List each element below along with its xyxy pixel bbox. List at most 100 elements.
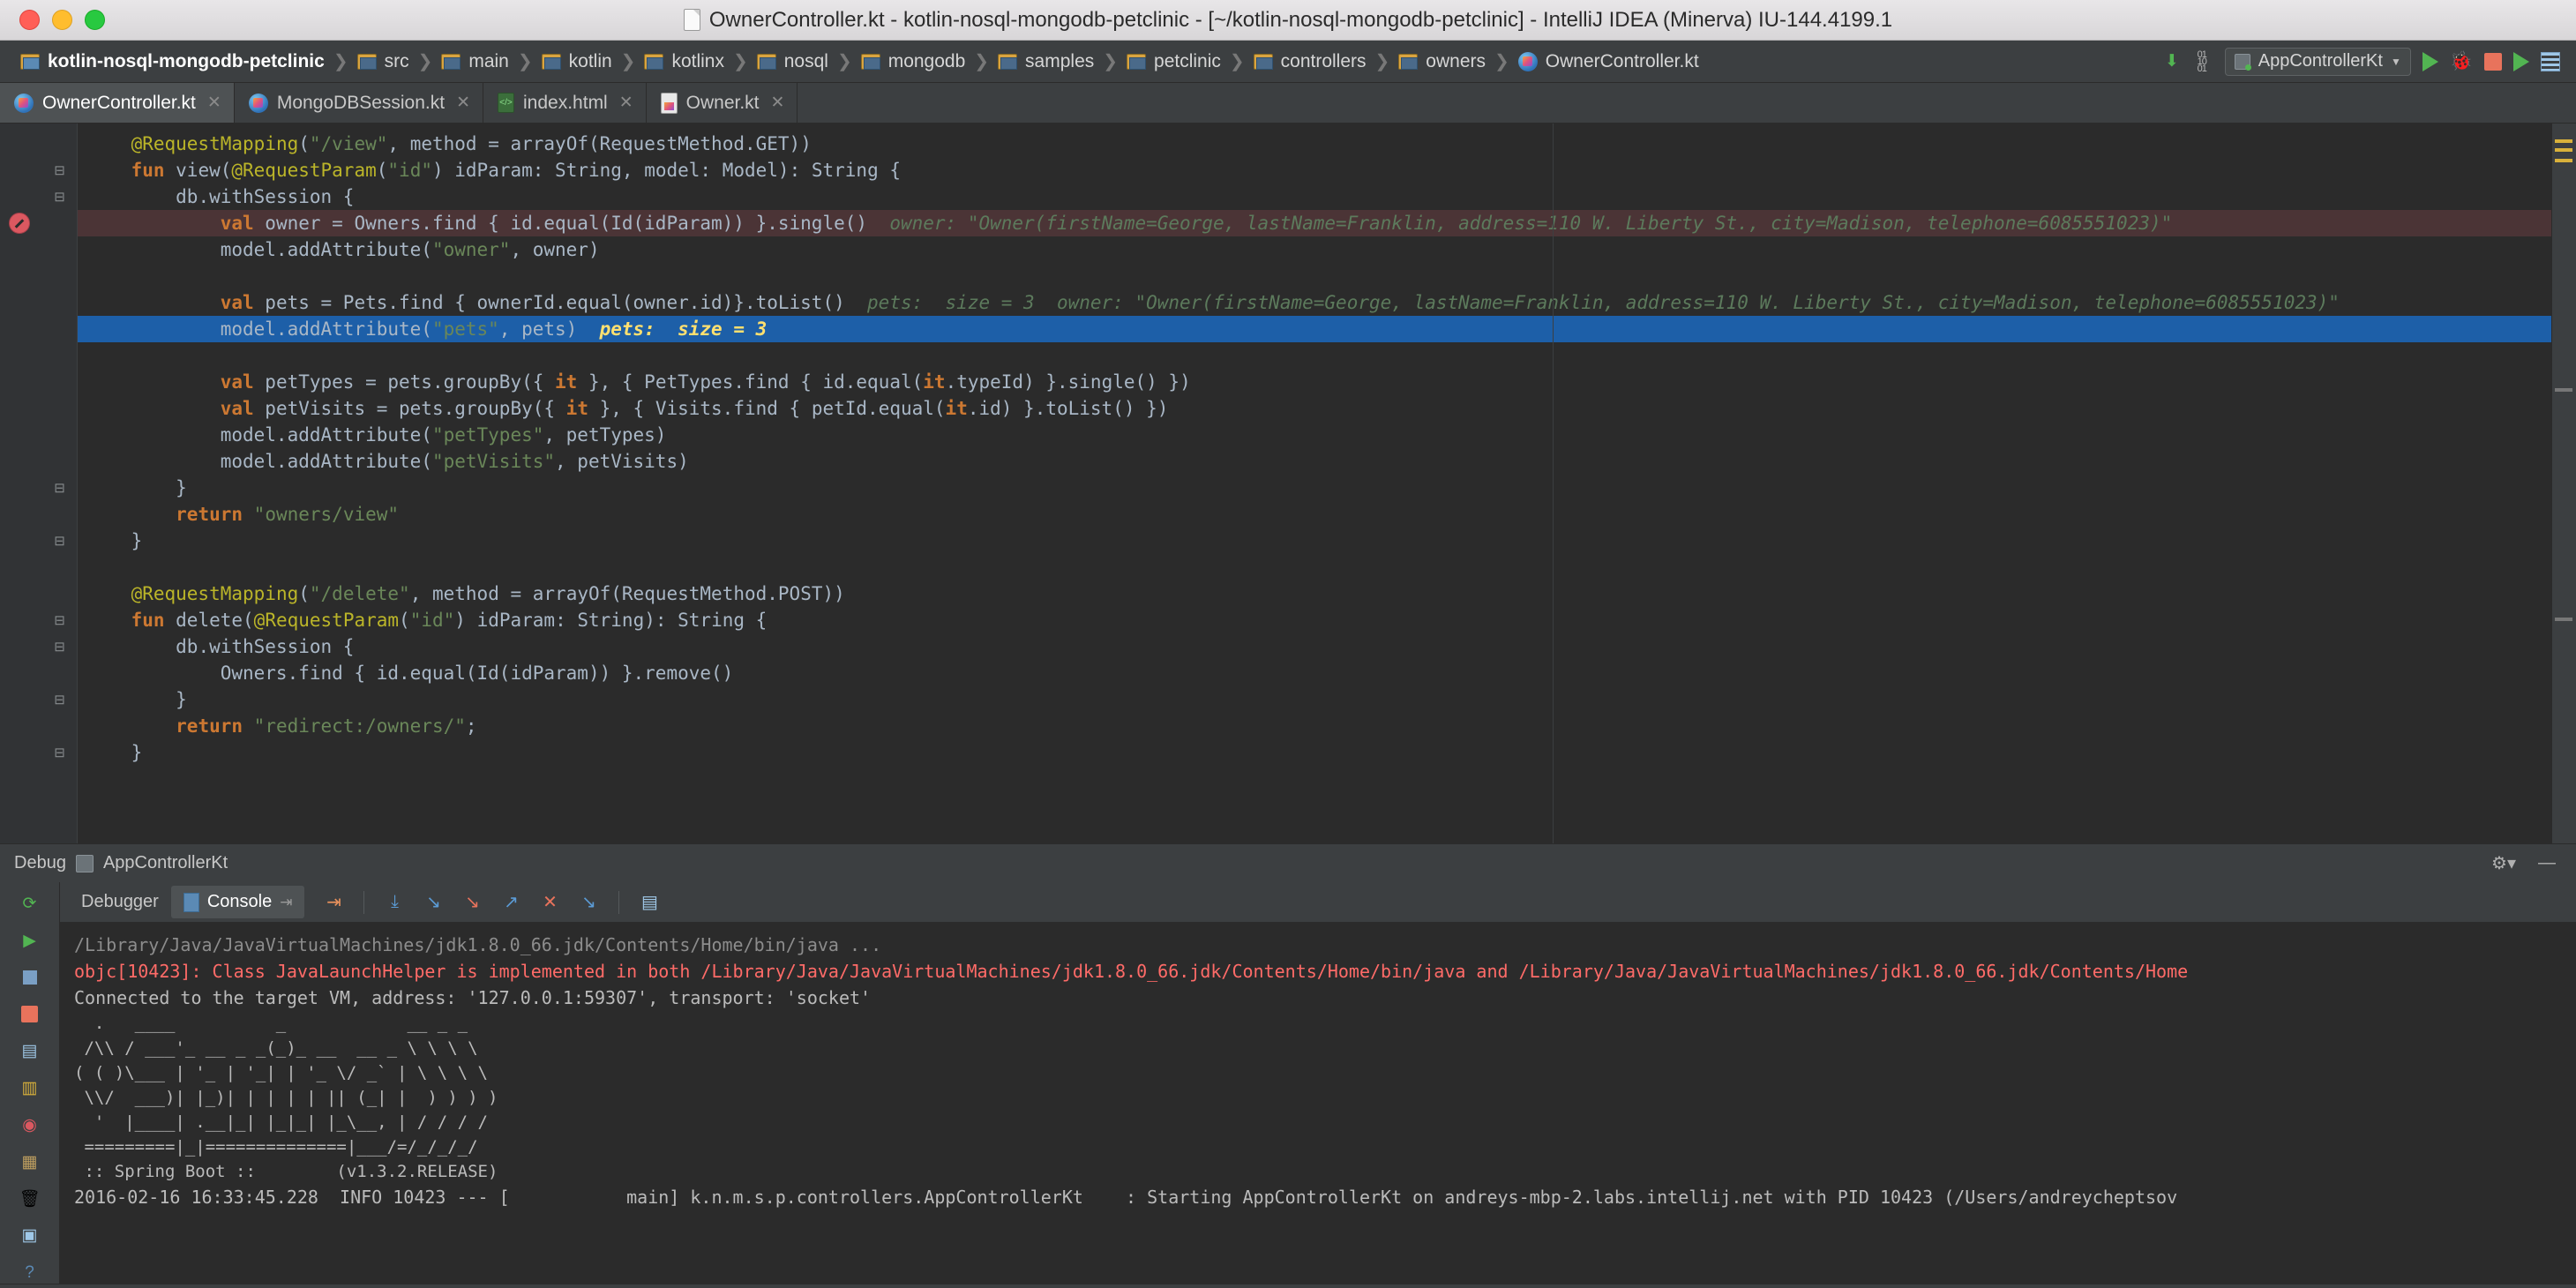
code-token: model.addAttribute( (220, 424, 432, 446)
change-marker[interactable] (2555, 618, 2572, 621)
gear-icon[interactable]: ⚙▾ (2485, 852, 2522, 874)
breadcrumb-item-ownercontroller-kt[interactable]: OwnerController.kt (1512, 49, 1705, 75)
tab-debugger[interactable]: Debugger (69, 886, 171, 918)
drop-frame-icon[interactable]: ✕ (536, 889, 563, 916)
code-fold-toggle[interactable]: ⊟ (53, 481, 66, 496)
restore-layout-icon[interactable]: ▣ (15, 1224, 45, 1247)
code-line[interactable]: val petTypes = pets.groupBy({ it }, { Pe… (78, 369, 2576, 395)
code-line[interactable]: return "owners/view" (78, 501, 2576, 528)
resume-program-icon[interactable]: ▶ (15, 930, 45, 952)
code-line[interactable]: @RequestMapping("/delete", method = arra… (78, 580, 2576, 607)
code-line[interactable]: val owner = Owners.find { id.equal(Id(id… (78, 210, 2576, 236)
close-icon[interactable]: ✕ (456, 93, 470, 113)
code-fold-toggle[interactable]: ⊟ (53, 190, 66, 205)
code-line[interactable] (78, 342, 2576, 369)
code-line[interactable]: fun delete(@RequestParam("id") idParam: … (78, 607, 2576, 633)
force-step-into-icon[interactable]: ↘ (459, 889, 485, 916)
editor-tab-mongodbsession-kt[interactable]: MongoDBSession.kt ✕ (235, 83, 484, 123)
rerun-icon[interactable]: ⟳ (15, 893, 45, 915)
warning-marker[interactable] (2555, 148, 2572, 152)
editor-gutter[interactable]: ⊟ ⊟ ⊟ ⊟ ⊟ ⊟ ⊟ ⊟ (0, 124, 78, 843)
code-line[interactable]: db.withSession { (78, 633, 2576, 660)
code-fold-toggle[interactable]: ⊟ (53, 613, 66, 628)
close-icon[interactable]: 🗑 (15, 1188, 45, 1210)
code-line[interactable]: fun view(@RequestParam("id") idParam: St… (78, 157, 2576, 183)
code-line[interactable]: val petVisits = pets.groupBy({ it }, { V… (78, 395, 2576, 422)
code-token: return (176, 715, 254, 737)
breadcrumb-item-kotlinx[interactable]: kotlinx (638, 49, 730, 75)
code-line[interactable]: model.addAttribute("pets", pets) pets: s… (78, 316, 2576, 342)
close-icon[interactable]: ✕ (619, 93, 633, 113)
code-fold-toggle[interactable]: ⊟ (53, 163, 66, 178)
breakpoint-marker[interactable] (9, 213, 30, 234)
marker-scrollbar[interactable] (2551, 124, 2576, 843)
step-over-icon[interactable]: ⤓ (381, 889, 408, 916)
warning-marker[interactable] (2555, 159, 2572, 162)
code-line[interactable]: model.addAttribute("owner", owner) (78, 236, 2576, 263)
update-project-icon[interactable]: ⬇ (2165, 51, 2179, 71)
code-line[interactable]: } (78, 528, 2576, 554)
breadcrumb-item-kotlin-nosql-mongodb-petclinic[interactable]: kotlin-nosql-mongodb-petclinic (14, 49, 331, 75)
hide-icon[interactable]: — (2532, 853, 2562, 873)
breadcrumb-item-nosql[interactable]: nosql (751, 49, 835, 75)
breadcrumb-item-controllers[interactable]: controllers (1247, 49, 1373, 75)
pin-icon[interactable]: ▦ (15, 1151, 45, 1173)
inline-debugger-hint[interactable]: owner: "Owner(firstName=George, lastName… (867, 213, 2172, 234)
detach-icon[interactable]: ⇥ (280, 894, 292, 911)
code-fold-toggle[interactable]: ⊟ (53, 693, 66, 708)
run-configuration-selector[interactable]: AppControllerKt ▼ (2224, 47, 2411, 76)
breadcrumb-item-petclinic[interactable]: petclinic (1120, 49, 1227, 75)
coverage-button[interactable] (2541, 51, 2560, 71)
tab-console[interactable]: Console ⇥ (170, 886, 305, 918)
breadcrumb-item-owners[interactable]: owners (1392, 49, 1492, 75)
code-line[interactable]: model.addAttribute("petTypes", petTypes) (78, 422, 2576, 448)
show-execution-point-icon[interactable]: ⇥ (320, 889, 347, 916)
stop-button[interactable] (2484, 52, 2502, 71)
close-icon[interactable]: ✕ (207, 93, 221, 113)
rerun-button[interactable] (2513, 51, 2529, 71)
code-line[interactable]: } (78, 739, 2576, 766)
editor-tab-index-html[interactable]: </> index.html ✕ (483, 83, 647, 123)
view-breakpoints-icon[interactable]: ▤ (15, 1040, 45, 1062)
breadcrumb-item-samples[interactable]: samples (992, 49, 1100, 75)
pause-program-icon[interactable] (15, 967, 45, 989)
binary-icon[interactable]: 01 10 01 (2190, 49, 2213, 73)
code-fold-toggle[interactable]: ⊟ (53, 745, 66, 760)
code-line[interactable] (78, 263, 2576, 289)
console-output[interactable]: /Library/Java/JavaVirtualMachines/jdk1.8… (60, 923, 2576, 1284)
editor-tab-owner-kt[interactable]: Owner.kt ✕ (647, 83, 798, 123)
step-into-icon[interactable]: ↘ (420, 889, 446, 916)
code-line[interactable]: } (78, 475, 2576, 501)
run-button[interactable] (2422, 51, 2438, 71)
editor-tab-ownercontroller-kt[interactable]: OwnerController.kt ✕ (0, 83, 235, 123)
code-line[interactable]: return "redirect:/owners/"; (78, 713, 2576, 739)
close-icon[interactable]: ✕ (771, 93, 785, 113)
code-line[interactable] (78, 554, 2576, 580)
code-token: .typeId) }.single() }) (945, 371, 1191, 393)
warning-marker[interactable] (2555, 139, 2572, 143)
breadcrumb-item-kotlin[interactable]: kotlin (535, 49, 618, 75)
breadcrumb-item-src[interactable]: src (351, 49, 416, 75)
step-out-icon[interactable]: ↗ (498, 889, 524, 916)
evaluate-expression-icon[interactable]: ▤ (636, 889, 663, 916)
code-fold-toggle[interactable]: ⊟ (53, 640, 66, 655)
code-line[interactable]: db.withSession { (78, 183, 2576, 210)
inline-debugger-hint[interactable]: pets: size = 3 (577, 318, 768, 340)
code-line[interactable]: @RequestMapping("/view", method = arrayO… (78, 131, 2576, 157)
inline-debugger-hint[interactable]: pets: size = 3 owner: "Owner(firstName=G… (845, 292, 2340, 313)
code-fold-toggle[interactable]: ⊟ (53, 534, 66, 549)
breadcrumb-item-mongodb[interactable]: mongodb (855, 49, 972, 75)
change-marker[interactable] (2555, 388, 2572, 392)
settings-icon[interactable]: ◉ (15, 1114, 45, 1136)
mute-breakpoints-icon[interactable]: ▥ (15, 1077, 45, 1099)
run-to-cursor-icon[interactable]: ↘ (575, 889, 602, 916)
breadcrumb-item-main[interactable]: main (435, 49, 515, 75)
help-icon[interactable]: ? (15, 1262, 45, 1284)
debug-button[interactable]: 🐞 (2450, 52, 2473, 71)
code-line[interactable]: Owners.find { id.equal(Id(idParam)) }.re… (78, 660, 2576, 686)
code-line[interactable]: val pets = Pets.find { ownerId.equal(own… (78, 289, 2576, 316)
code-line[interactable]: } (78, 686, 2576, 713)
source-code[interactable]: @RequestMapping("/view", method = arrayO… (78, 124, 2576, 843)
stop-icon[interactable] (15, 1003, 45, 1025)
code-line[interactable]: model.addAttribute("petVisits", petVisit… (78, 448, 2576, 475)
